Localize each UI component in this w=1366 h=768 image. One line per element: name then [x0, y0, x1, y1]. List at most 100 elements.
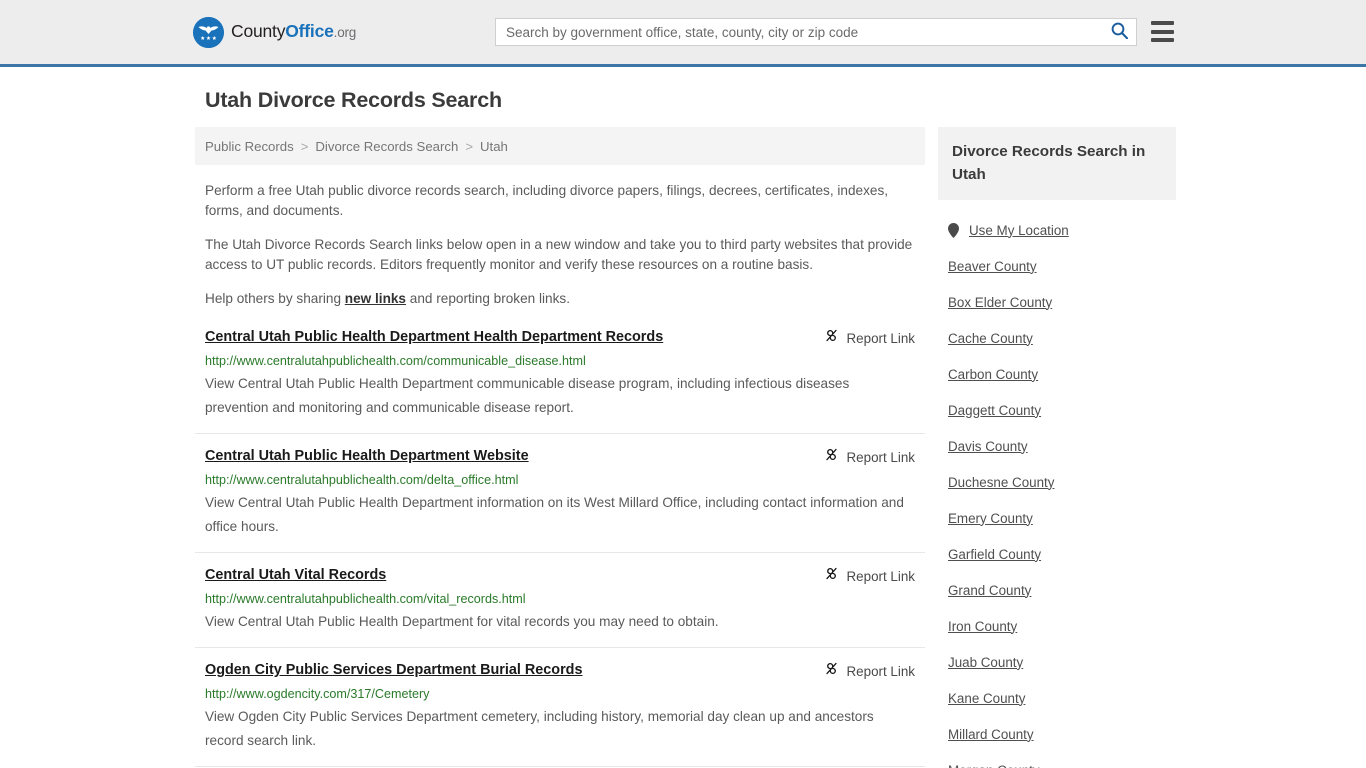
- sidebar-item-label[interactable]: Kane County: [948, 691, 1025, 706]
- report-link-label: Report Link: [846, 449, 915, 465]
- site-header: CountyOffice.org: [0, 0, 1366, 67]
- breadcrumb-separator: >: [465, 138, 474, 154]
- sidebar-item-carbon-county[interactable]: Carbon County: [938, 356, 1176, 392]
- sidebar-item-juab-county[interactable]: Juab County: [938, 644, 1176, 680]
- sidebar-item-daggett-county[interactable]: Daggett County: [938, 392, 1176, 428]
- sidebar-item-grand-county[interactable]: Grand County: [938, 572, 1176, 608]
- intro-p3-before: Help others by sharing: [205, 291, 345, 306]
- sidebar-item-label[interactable]: Garfield County: [948, 547, 1041, 562]
- result-url[interactable]: http://www.centralutahpublichealth.com/v…: [205, 591, 915, 607]
- sidebar-item-label[interactable]: Iron County: [948, 619, 1017, 634]
- result-description: View Central Utah Public Health Departme…: [205, 495, 904, 534]
- result-description: View Central Utah Public Health Departme…: [205, 376, 850, 415]
- sidebar-item-cache-county[interactable]: Cache County: [938, 320, 1176, 356]
- report-link-button[interactable]: Report Link: [824, 327, 915, 348]
- intro-paragraph-2: The Utah Divorce Records Search links be…: [205, 237, 913, 272]
- search-bar: [495, 18, 1137, 46]
- result-item: Central Utah Public Health Department He…: [195, 327, 925, 434]
- sidebar-item-label[interactable]: Emery County: [948, 511, 1033, 526]
- result-header: Central Utah Public Health Department He…: [205, 327, 915, 348]
- logo-text-office: Office: [285, 21, 334, 42]
- sidebar-item-emery-county[interactable]: Emery County: [938, 500, 1176, 536]
- sidebar-item-label[interactable]: Duchesne County: [948, 475, 1054, 490]
- sidebar-heading: Divorce Records Search in Utah: [938, 127, 1176, 200]
- hamburger-menu-icon[interactable]: [1151, 21, 1174, 42]
- broken-link-icon: [824, 661, 839, 681]
- sidebar-item-label[interactable]: Davis County: [948, 439, 1028, 454]
- sidebar-links: Use My Location Beaver County Box Elder …: [938, 212, 1176, 768]
- intro-paragraph-1: Perform a free Utah public divorce recor…: [205, 183, 889, 218]
- sidebar-item-label[interactable]: Beaver County: [948, 259, 1037, 274]
- sidebar-item-kane-county[interactable]: Kane County: [938, 680, 1176, 716]
- breadcrumb: Public Records > Divorce Records Search …: [195, 127, 925, 165]
- result-item: Central Utah Public Health Department We…: [195, 446, 925, 553]
- result-url[interactable]: http://www.centralutahpublichealth.com/d…: [205, 472, 915, 488]
- broken-link-icon: [824, 328, 839, 348]
- report-link-button[interactable]: Report Link: [824, 565, 915, 586]
- content-layout: Public Records > Divorce Records Search …: [195, 127, 1366, 768]
- result-header: Ogden City Public Services Department Bu…: [205, 660, 915, 681]
- sidebar-item-use-my-location[interactable]: Use My Location: [938, 212, 1176, 248]
- hamburger-bar: [1151, 21, 1174, 25]
- search-button[interactable]: [1102, 19, 1136, 45]
- sidebar-item-davis-county[interactable]: Davis County: [938, 428, 1176, 464]
- result-title-link[interactable]: Central Utah Public Health Department We…: [205, 446, 529, 466]
- result-item: Ogden City Public Services Department Bu…: [195, 660, 925, 767]
- breadcrumb-item-utah[interactable]: Utah: [480, 139, 508, 154]
- sidebar-item-label[interactable]: Morgan County: [948, 763, 1040, 768]
- map-pin-icon: [948, 222, 960, 238]
- page-body: Utah Divorce Records Search Public Recor…: [0, 88, 1366, 768]
- report-link-button[interactable]: Report Link: [824, 446, 915, 467]
- sidebar-item-beaver-county[interactable]: Beaver County: [938, 248, 1176, 284]
- intro-p3-after: and reporting broken links.: [406, 291, 570, 306]
- breadcrumb-item-divorce-records-search[interactable]: Divorce Records Search: [315, 139, 458, 154]
- result-header: Central Utah Vital Records Report Link: [205, 565, 915, 586]
- sidebar-item-box-elder-county[interactable]: Box Elder County: [938, 284, 1176, 320]
- intro-paragraph-3: Help others by sharing new links and rep…: [205, 289, 915, 309]
- sidebar-item-label[interactable]: Use My Location: [969, 223, 1069, 238]
- result-header: Central Utah Public Health Department We…: [205, 446, 915, 467]
- site-logo[interactable]: CountyOffice.org: [193, 16, 356, 48]
- sidebar-item-label[interactable]: Juab County: [948, 655, 1023, 670]
- sidebar-item-label[interactable]: Cache County: [948, 331, 1033, 346]
- hamburger-bar: [1151, 38, 1174, 42]
- result-title-link[interactable]: Central Utah Public Health Department He…: [205, 327, 663, 347]
- result-title-link[interactable]: Ogden City Public Services Department Bu…: [205, 660, 582, 680]
- sidebar-item-label[interactable]: Carbon County: [948, 367, 1038, 382]
- sidebar-item-morgan-county[interactable]: Morgan County: [938, 752, 1176, 768]
- new-links-link[interactable]: new links: [345, 291, 406, 306]
- page-title: Utah Divorce Records Search: [205, 88, 502, 112]
- breadcrumb-separator: >: [300, 138, 309, 154]
- eagle-stars-seal-icon: [193, 16, 224, 48]
- logo-text-org: .org: [333, 25, 357, 41]
- intro-text: Perform a free Utah public divorce recor…: [195, 181, 925, 309]
- result-description: View Ogden City Public Services Departme…: [205, 709, 874, 748]
- site-logo-text: CountyOffice.org: [231, 23, 356, 41]
- sidebar-item-millard-county[interactable]: Millard County: [938, 716, 1176, 752]
- result-url[interactable]: http://www.centralutahpublichealth.com/c…: [205, 353, 915, 369]
- sidebar-item-label[interactable]: Daggett County: [948, 403, 1041, 418]
- sidebar-item-iron-county[interactable]: Iron County: [938, 608, 1176, 644]
- result-item: Central Utah Vital Records Report Link h…: [195, 565, 925, 648]
- results-list: Central Utah Public Health Department He…: [195, 327, 925, 768]
- main-column: Public Records > Divorce Records Search …: [195, 127, 925, 768]
- result-title-link[interactable]: Central Utah Vital Records: [205, 565, 386, 585]
- logo-text-county: County: [231, 21, 286, 42]
- sidebar-item-garfield-county[interactable]: Garfield County: [938, 536, 1176, 572]
- report-link-label: Report Link: [846, 663, 915, 679]
- search-input[interactable]: [496, 19, 1102, 45]
- sidebar-item-label[interactable]: Grand County: [948, 583, 1031, 598]
- breadcrumb-item-public-records[interactable]: Public Records: [205, 139, 294, 154]
- sidebar-item-label[interactable]: Millard County: [948, 727, 1034, 742]
- sidebar-item-label[interactable]: Box Elder County: [948, 295, 1052, 310]
- sidebar-item-duchesne-county[interactable]: Duchesne County: [938, 464, 1176, 500]
- result-url[interactable]: http://www.ogdencity.com/317/Cemetery: [205, 686, 915, 702]
- hamburger-bar: [1151, 29, 1174, 34]
- report-link-button[interactable]: Report Link: [824, 660, 915, 681]
- report-link-label: Report Link: [846, 330, 915, 346]
- broken-link-icon: [824, 447, 839, 467]
- search-icon: [1111, 22, 1128, 42]
- result-description: View Central Utah Public Health Departme…: [205, 614, 719, 629]
- report-link-label: Report Link: [846, 568, 915, 584]
- sidebar: Divorce Records Search in Utah Use My Lo…: [938, 127, 1176, 768]
